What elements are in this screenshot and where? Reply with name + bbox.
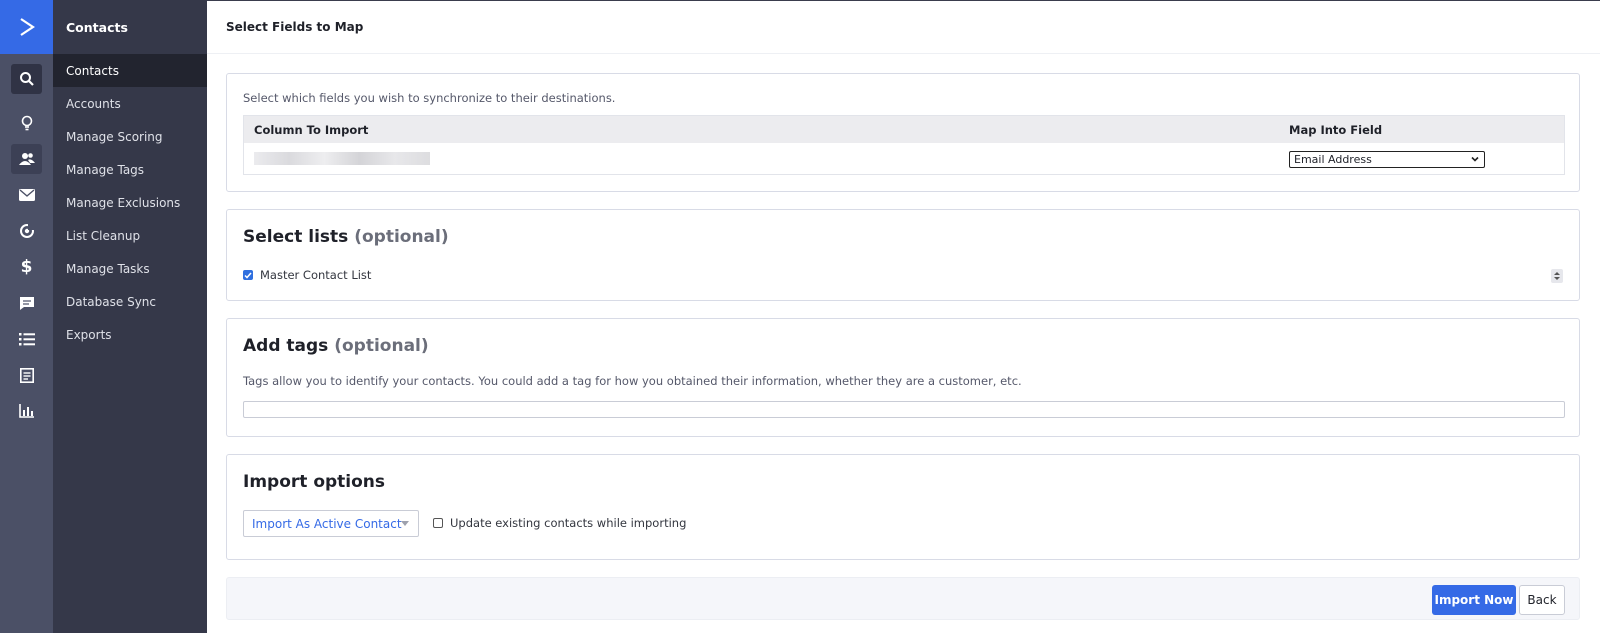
- list-item[interactable]: Master Contact List: [243, 268, 371, 282]
- add-tags-title: Add tags (optional): [243, 336, 429, 356]
- map-into-field-select[interactable]: Email Address: [1289, 151, 1485, 168]
- resize-handle-icon[interactable]: [1551, 269, 1563, 283]
- conversations-icon[interactable]: [11, 288, 42, 318]
- contact-status-select[interactable]: Import As Active Contact: [243, 510, 419, 537]
- contacts-icon[interactable]: [11, 144, 42, 174]
- subnav-item-exports[interactable]: Exports: [53, 318, 207, 351]
- icon-rail: $: [0, 0, 53, 633]
- update-existing-option[interactable]: Update existing contacts while importing: [433, 516, 686, 530]
- action-footer: Import Now Back: [226, 577, 1580, 620]
- lightbulb-icon[interactable]: [11, 108, 42, 138]
- subnav-item-contacts[interactable]: Contacts: [53, 54, 207, 87]
- subnav-item-list-cleanup[interactable]: List Cleanup: [53, 219, 207, 252]
- add-tags-card: Add tags (optional) Tags allow you to id…: [226, 318, 1580, 437]
- chevron-down-icon: [1471, 156, 1479, 162]
- select-lists-title-text: Select lists: [243, 227, 349, 247]
- caret-down-icon: [401, 521, 409, 526]
- redacted-column-value: [254, 152, 430, 165]
- reports-icon[interactable]: [11, 396, 42, 426]
- subnav-header: Contacts: [66, 19, 128, 35]
- column-to-import-header: Column To Import: [254, 122, 369, 137]
- update-existing-checkbox[interactable]: [433, 518, 443, 528]
- subnav-item-manage-exclusions[interactable]: Manage Exclusions: [53, 186, 207, 219]
- app-root: $ Contacts Contacts Accounts Manage Scor…: [0, 0, 1600, 633]
- chevron-logo-icon: [19, 18, 35, 36]
- main-content: Select Fields to Map Select which fields…: [207, 0, 1600, 633]
- import-options-card: Import options Import As Active Contact …: [226, 454, 1580, 560]
- subnav-item-manage-tags[interactable]: Manage Tags: [53, 153, 207, 186]
- subnav-item-database-sync[interactable]: Database Sync: [53, 285, 207, 318]
- email-icon[interactable]: [11, 180, 42, 210]
- contact-status-value: Import As Active Contact: [252, 516, 402, 531]
- select-lists-card: Select lists (optional) Master Contact L…: [226, 209, 1580, 301]
- add-tags-optional: (optional): [334, 336, 429, 356]
- contacts-subnav: Contacts Contacts Accounts Manage Scorin…: [53, 0, 207, 633]
- automation-icon[interactable]: [11, 216, 42, 246]
- logo[interactable]: [0, 0, 53, 54]
- tags-input[interactable]: [243, 401, 1565, 418]
- lists-icon[interactable]: [11, 324, 42, 354]
- table-row: Email Address: [244, 143, 1564, 175]
- map-into-field-header: Map Into Field: [1289, 122, 1383, 137]
- map-into-field-value: Email Address: [1294, 153, 1372, 166]
- subnav-item-manage-tasks[interactable]: Manage Tasks: [53, 252, 207, 285]
- back-button[interactable]: Back: [1519, 585, 1565, 615]
- deals-icon[interactable]: $: [11, 252, 42, 282]
- update-existing-label: Update existing contacts while importing: [450, 516, 687, 530]
- import-options-title: Import options: [243, 472, 386, 492]
- master-contact-list-checkbox[interactable]: [243, 270, 253, 280]
- forms-icon[interactable]: [11, 360, 42, 390]
- subnav-item-accounts[interactable]: Accounts: [53, 87, 207, 120]
- page-title: Select Fields to Map: [207, 0, 1600, 54]
- select-lists-title: Select lists (optional): [243, 227, 449, 247]
- field-mapping-card: Select which fields you wish to synchron…: [226, 73, 1580, 192]
- mapping-hint: Select which fields you wish to synchron…: [243, 91, 616, 105]
- mapping-table-header: Column To Import Map Into Field: [244, 116, 1564, 143]
- master-contact-list-label: Master Contact List: [260, 268, 372, 282]
- tags-hint: Tags allow you to identify your contacts…: [243, 374, 1022, 388]
- search-icon[interactable]: [11, 64, 42, 94]
- select-lists-optional: (optional): [354, 227, 449, 247]
- mapping-table: Column To Import Map Into Field Email Ad…: [243, 115, 1565, 175]
- add-tags-title-text: Add tags: [243, 336, 329, 356]
- subnav-item-manage-scoring[interactable]: Manage Scoring: [53, 120, 207, 153]
- import-now-button[interactable]: Import Now: [1432, 585, 1516, 615]
